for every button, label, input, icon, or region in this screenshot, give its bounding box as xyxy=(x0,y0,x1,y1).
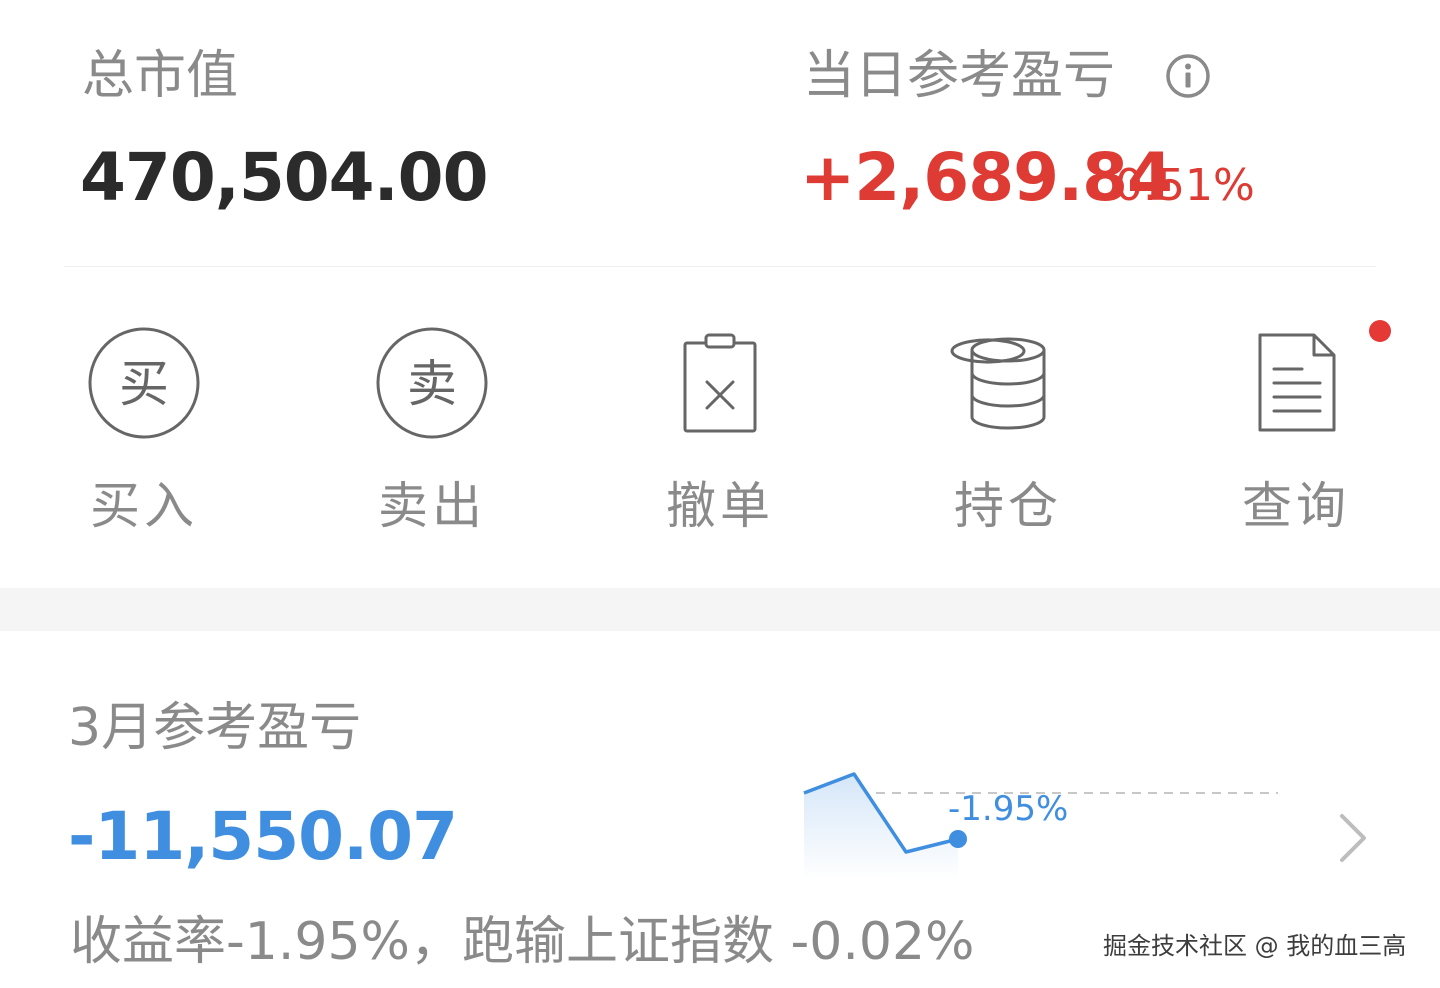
cancel-order-clipboard-icon xyxy=(683,333,757,433)
action-label-positions: 持仓 xyxy=(954,477,1062,535)
action-label-sell: 卖出 xyxy=(378,477,486,535)
sparkline-end-point xyxy=(949,830,967,848)
total-market-value: 470,504.00 xyxy=(80,139,489,216)
action-label-buy: 买入 xyxy=(90,477,198,535)
monthly-pnl-value: -11,550.07 xyxy=(68,798,458,875)
database-stack-icon xyxy=(950,337,1046,430)
chevron-right-icon[interactable] xyxy=(1332,808,1372,868)
sell-glyph: 卖 xyxy=(407,355,457,413)
monthly-summary-text: 收益率-1.95%，跑输上证指数 -0.02% xyxy=(70,912,975,972)
monthly-pnl-title: 3月参考盈亏 xyxy=(68,698,362,758)
buy-glyph: 买 xyxy=(119,355,169,413)
section-separator xyxy=(0,588,1440,631)
cancel-order-button[interactable]: 撤单 xyxy=(610,323,830,531)
action-label-query: 查询 xyxy=(1242,477,1350,535)
watermark-text: 掘金技术社区 @ 我的血三高 xyxy=(1103,932,1407,960)
sparkline-end-label: -1.95% xyxy=(948,789,1069,829)
total-market-value-label: 总市值 xyxy=(82,46,239,106)
summary-divider xyxy=(64,266,1376,267)
sparkline-area xyxy=(804,774,958,880)
positions-button[interactable]: 持仓 xyxy=(898,323,1118,531)
buy-circle-icon: 买 xyxy=(88,327,200,439)
buy-button[interactable]: 买 买入 xyxy=(34,323,254,531)
query-button[interactable]: 查询 xyxy=(1186,323,1406,531)
sell-circle-icon: 卖 xyxy=(376,327,488,439)
action-label-cancel: 撤单 xyxy=(666,477,774,535)
notification-dot xyxy=(1369,320,1391,342)
daily-pnl-percent: 0.51% xyxy=(1115,160,1255,211)
document-icon xyxy=(1258,333,1336,432)
info-circle-icon[interactable] xyxy=(1165,53,1211,99)
sell-button[interactable]: 卖 卖出 xyxy=(322,323,542,531)
daily-pnl-label: 当日参考盈亏 xyxy=(803,46,1116,106)
